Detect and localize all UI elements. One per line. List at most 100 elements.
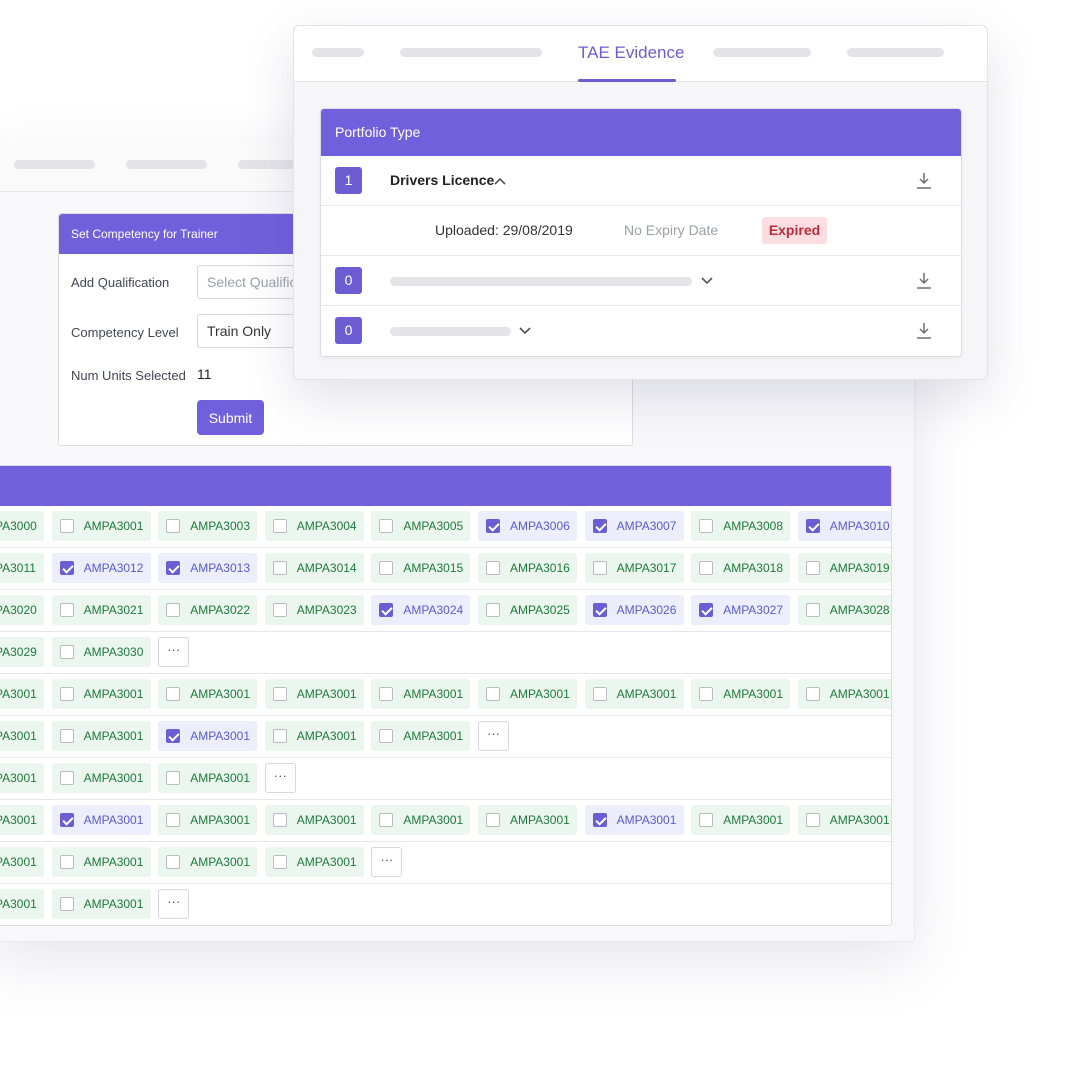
unit-chip[interactable]: AMPA3001	[691, 805, 791, 835]
tab-tae-evidence[interactable]: TAE Evidence	[578, 43, 684, 63]
unit-chip[interactable]: AMPA3001	[584, 679, 684, 709]
unit-chip[interactable]: AMPA3018	[691, 553, 791, 583]
unit-chip[interactable]: AMPA3001	[797, 805, 891, 835]
unit-checkbox[interactable]	[59, 645, 74, 659]
unit-chip[interactable]: AMPA3001	[158, 847, 258, 877]
chevron-up-icon[interactable]	[493, 176, 507, 186]
unit-chip[interactable]: AMPA3001	[0, 847, 44, 877]
unit-chip[interactable]: AMPA3012	[51, 553, 151, 583]
unit-chip[interactable]: AMPA3013	[158, 553, 258, 583]
more-dots-icon[interactable]: ···	[158, 637, 190, 667]
unit-checkbox[interactable]	[166, 519, 181, 533]
unit-chip[interactable]: AMPA3005	[371, 511, 471, 541]
download-icon[interactable]	[915, 271, 933, 291]
unit-chip[interactable]: AMPA3011	[0, 553, 44, 583]
unit-chip[interactable]: AMPA3001	[371, 679, 471, 709]
unit-chip[interactable]: AMPA3030	[51, 637, 151, 667]
unit-checkbox[interactable]	[272, 813, 287, 827]
more-dots-icon[interactable]: ···	[264, 763, 296, 793]
unit-chip[interactable]: AMPA3008	[691, 511, 791, 541]
unit-chip[interactable]: AMPA3014	[264, 553, 364, 583]
unit-checkbox[interactable]	[379, 603, 394, 617]
unit-checkbox[interactable]	[379, 729, 394, 743]
unit-checkbox[interactable]	[379, 813, 394, 827]
portfolio-row[interactable]: 1 Drivers Licence	[321, 156, 961, 206]
unit-checkbox[interactable]	[59, 687, 74, 701]
tab-placeholder[interactable]	[238, 160, 298, 169]
unit-chip[interactable]: AMPA3001	[264, 805, 364, 835]
unit-chip[interactable]: AMPA3001	[264, 847, 364, 877]
unit-checkbox[interactable]	[592, 603, 607, 617]
unit-chip[interactable]: AMPA3001	[0, 679, 44, 709]
unit-checkbox[interactable]	[59, 603, 74, 617]
unit-checkbox[interactable]	[486, 603, 500, 617]
unit-checkbox[interactable]	[166, 561, 181, 575]
unit-checkbox[interactable]	[59, 813, 74, 827]
tab-placeholder[interactable]	[713, 48, 811, 57]
unit-chip[interactable]: AMPA3021	[51, 595, 151, 625]
unit-checkbox[interactable]	[272, 687, 287, 701]
more-dots-icon[interactable]: ···	[371, 847, 403, 877]
unit-chip[interactable]: AMPA3001	[158, 763, 258, 793]
unit-checkbox[interactable]	[379, 519, 394, 533]
unit-chip[interactable]: AMPA3029	[0, 637, 44, 667]
unit-checkbox[interactable]	[59, 561, 74, 575]
unit-chip[interactable]: AMPA3022	[158, 595, 258, 625]
portfolio-row-title[interactable]: Drivers Licence	[390, 172, 494, 188]
unit-checkbox[interactable]	[699, 813, 714, 827]
more-dots-icon[interactable]: ···	[158, 889, 190, 919]
unit-chip[interactable]: AMPA3001	[584, 805, 684, 835]
unit-checkbox[interactable]	[272, 603, 287, 617]
unit-checkbox[interactable]	[592, 687, 607, 701]
unit-checkbox[interactable]	[805, 813, 820, 827]
unit-checkbox[interactable]	[272, 729, 287, 743]
unit-chip[interactable]: AMPA3001	[51, 721, 151, 751]
unit-chip[interactable]: AMPA3001	[0, 721, 44, 751]
unit-chip[interactable]: AMPA3015	[371, 553, 471, 583]
unit-chip[interactable]: AMPA3020	[0, 595, 44, 625]
unit-chip[interactable]: AMPA3001	[371, 805, 471, 835]
unit-chip[interactable]: AMPA3001	[51, 679, 151, 709]
more-dots-icon[interactable]: ···	[478, 721, 509, 751]
unit-checkbox[interactable]	[486, 561, 500, 575]
unit-checkbox[interactable]	[699, 687, 714, 701]
unit-chip[interactable]: AMPA3028	[797, 595, 891, 625]
unit-chip[interactable]: AMPA3016	[478, 553, 577, 583]
unit-chip[interactable]: AMPA3001	[478, 679, 577, 709]
unit-chip[interactable]: AMPA3001	[797, 679, 891, 709]
unit-checkbox[interactable]	[166, 771, 181, 785]
unit-checkbox[interactable]	[59, 855, 74, 869]
unit-chip[interactable]: AMPA3027	[691, 595, 791, 625]
unit-checkbox[interactable]	[59, 519, 74, 533]
unit-chip[interactable]: AMPA3004	[264, 511, 364, 541]
chevron-down-icon[interactable]	[518, 326, 532, 336]
unit-checkbox[interactable]	[272, 561, 287, 575]
unit-chip[interactable]: AMPA3000	[0, 511, 44, 541]
unit-chip[interactable]: AMPA3001	[264, 721, 364, 751]
unit-checkbox[interactable]	[379, 687, 394, 701]
unit-checkbox[interactable]	[592, 561, 607, 575]
unit-checkbox[interactable]	[59, 729, 74, 743]
unit-checkbox[interactable]	[166, 603, 181, 617]
unit-checkbox[interactable]	[592, 813, 607, 827]
unit-checkbox[interactable]	[805, 687, 820, 701]
unit-checkbox[interactable]	[486, 519, 500, 533]
unit-checkbox[interactable]	[166, 687, 181, 701]
unit-checkbox[interactable]	[805, 561, 820, 575]
tab-placeholder[interactable]	[14, 160, 95, 169]
unit-checkbox[interactable]	[805, 603, 820, 617]
download-icon[interactable]	[915, 171, 933, 191]
unit-chip[interactable]: AMPA3001	[478, 805, 577, 835]
tab-placeholder[interactable]	[312, 48, 364, 57]
unit-checkbox[interactable]	[166, 855, 181, 869]
unit-chip[interactable]: AMPA3026	[584, 595, 684, 625]
unit-chip[interactable]: AMPA3001	[51, 805, 151, 835]
unit-chip[interactable]: AMPA3019	[797, 553, 891, 583]
unit-chip[interactable]: AMPA3023	[264, 595, 364, 625]
unit-chip[interactable]: AMPA3001	[158, 805, 258, 835]
download-icon[interactable]	[915, 321, 933, 341]
unit-checkbox[interactable]	[59, 771, 74, 785]
tab-placeholder[interactable]	[126, 160, 207, 169]
unit-chip[interactable]: AMPA3001	[51, 889, 151, 919]
tab-placeholder[interactable]	[847, 48, 944, 57]
